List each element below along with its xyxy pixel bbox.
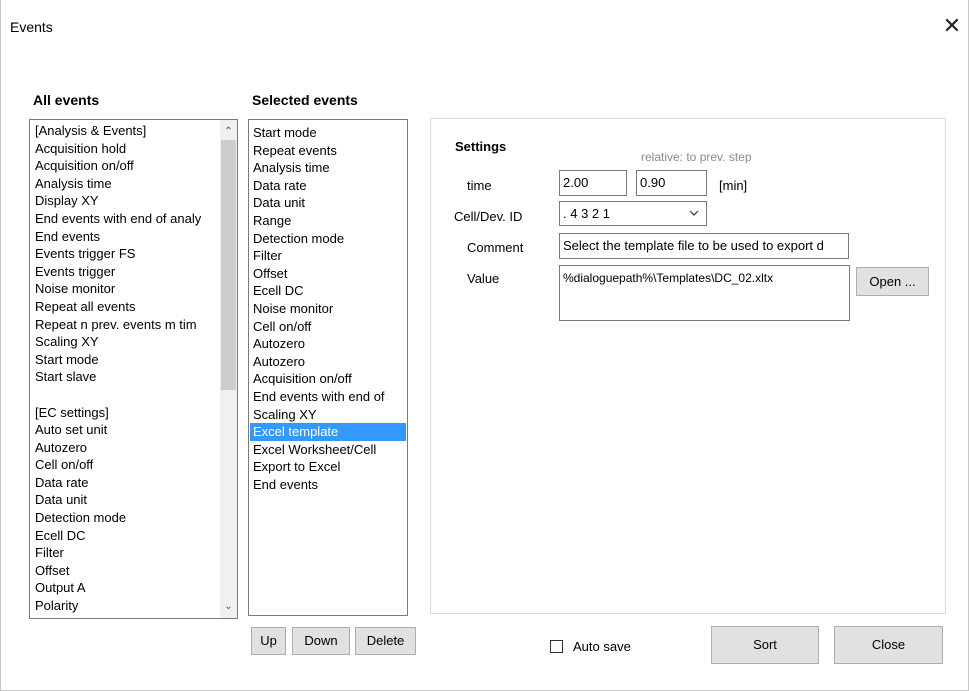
selected-events-item[interactable]: Autozero [250,335,406,353]
all-events-item[interactable]: Detection mode [32,509,218,527]
close-icon[interactable]: ✕ [938,12,966,40]
close-button[interactable]: Close [834,626,943,664]
selected-events-item[interactable]: Ecell DC [250,282,406,300]
window-title: Events [10,19,53,35]
all-events-item[interactable]: Analysis time [32,175,218,193]
all-events-item[interactable]: Cell on/off [32,456,218,474]
open-button[interactable]: Open ... [856,267,929,296]
selected-events-item[interactable]: Data rate [250,177,406,195]
time-relative-input[interactable]: 0.90 [636,170,707,196]
value-label: Value [467,271,500,286]
all-events-item[interactable]: Start mode [32,351,218,369]
all-events-item[interactable]: Polarity [32,597,218,615]
time-input[interactable]: 2.00 [559,170,627,196]
time-label: time [467,178,492,193]
selected-events-item[interactable]: Excel template [250,423,406,441]
all-events-item[interactable]: Data rate [32,474,218,492]
title-bar: Events ✕ [0,0,969,60]
chevron-down-icon[interactable] [688,205,700,224]
comment-input[interactable]: Select the template file to be used to e… [559,233,849,259]
down-button[interactable]: Down [292,627,350,655]
all-events-item[interactable]: End events [32,228,218,246]
auto-save-label: Auto save [573,639,631,654]
selected-events-item[interactable]: Repeat events [250,142,406,160]
all-events-heading: All events [33,92,100,108]
selected-events-item[interactable]: Data unit [250,194,406,212]
cell-id-value: . 4 3 2 1 [563,206,610,221]
selected-events-item[interactable]: Range [250,212,406,230]
selected-events-item[interactable]: Filter [250,247,406,265]
all-events-item[interactable]: [Analysis & Events] [32,122,218,140]
all-events-item[interactable]: Acquisition hold [32,140,218,158]
up-button[interactable]: Up [251,627,286,655]
selected-events-item[interactable]: Start mode [250,124,406,142]
all-events-item[interactable]: Display XY [32,192,218,210]
selected-events-item[interactable]: Scaling XY [250,406,406,424]
selected-events-item[interactable]: Detection mode [250,230,406,248]
scroll-down-icon[interactable]: ⌄ [220,598,237,615]
cell-id-select[interactable]: . 4 3 2 1 [559,201,707,226]
all-events-item[interactable]: End events with end of analy [32,210,218,228]
all-events-item[interactable]: Repeat n prev. events m tim [32,316,218,334]
settings-heading: Settings [455,139,507,154]
time-unit: [min] [719,178,748,193]
selected-events-item[interactable]: Analysis time [250,159,406,177]
selected-events-item[interactable]: Excel Worksheet/Cell [250,441,406,459]
all-events-item[interactable]: Scaling XY [32,333,218,351]
all-events-scrollbar[interactable]: ⌃ ⌄ [220,120,237,618]
all-events-item[interactable]: Autozero [32,439,218,457]
value-input[interactable]: %dialoguepath%\Templates\DC_02.xltx [559,265,850,321]
all-events-item[interactable]: Acquisition on/off [32,157,218,175]
all-events-item[interactable]: Start slave [32,368,218,386]
all-events-item[interactable]: Data unit [32,491,218,509]
all-events-item[interactable]: [EC settings] [32,404,218,422]
all-events-list[interactable]: [Analysis & Events] Acquisition hold Acqui… [29,119,238,619]
all-events-item[interactable]: Events trigger FS [32,245,218,263]
selected-events-item[interactable]: Autozero [250,353,406,371]
all-events-item[interactable]: Events trigger [32,263,218,281]
all-events-item[interactable]: Repeat all events [32,298,218,316]
all-events-item[interactable]: Filter [32,544,218,562]
all-events-item[interactable] [32,386,218,404]
scroll-thumb[interactable] [221,140,236,390]
selected-events-item[interactable]: Export to Excel [250,458,406,476]
sort-button[interactable]: Sort [711,626,819,664]
relative-note: relative: to prev. step [641,150,752,164]
selected-events-item[interactable]: Cell on/off [250,318,406,336]
all-events-item[interactable]: Offset [32,562,218,580]
selected-events-item[interactable]: End events with end of [250,388,406,406]
delete-button[interactable]: Delete [355,627,416,655]
all-events-item[interactable]: Noise monitor [32,280,218,298]
cell-id-label: Cell/Dev. ID [454,209,523,224]
selected-events-item[interactable]: Offset [250,265,406,283]
all-events-item[interactable]: Output A [32,579,218,597]
all-events-item[interactable]: Ecell DC [32,527,218,545]
selected-events-heading: Selected events [252,92,358,108]
all-events-item[interactable]: Auto set unit [32,421,218,439]
selected-events-item[interactable]: End events [250,476,406,494]
selected-events-item[interactable]: Noise monitor [250,300,406,318]
comment-label: Comment [467,240,524,255]
auto-save-checkbox[interactable] [550,640,563,653]
scroll-up-icon[interactable]: ⌃ [220,123,237,140]
selected-events-list[interactable]: Start mode Repeat events Analysis time Data… [248,119,408,616]
selected-events-item[interactable]: Acquisition on/off [250,370,406,388]
